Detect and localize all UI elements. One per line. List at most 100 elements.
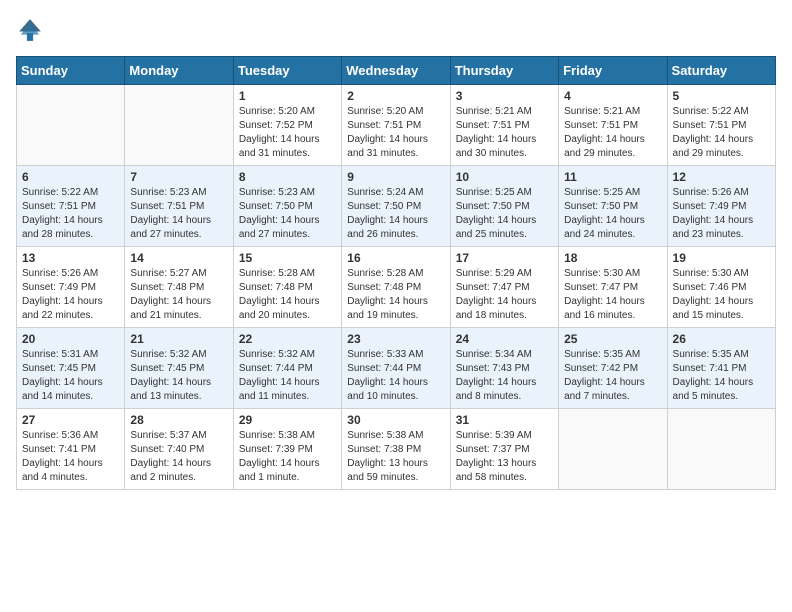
calendar-week-row: 1 Sunrise: 5:20 AM Sunset: 7:52 PM Daylig…	[17, 85, 776, 166]
calendar-cell: 7 Sunrise: 5:23 AM Sunset: 7:51 PM Daylig…	[125, 166, 233, 247]
col-header-thursday: Thursday	[450, 57, 558, 85]
calendar-week-row: 13Sunrise: 5:26 AM Sunset: 7:49 PM Dayli…	[17, 247, 776, 328]
day-number: 23	[347, 332, 444, 346]
calendar-cell	[559, 409, 667, 490]
day-detail: Sunrise: 5:29 AM Sunset: 7:47 PM Dayligh…	[456, 267, 553, 323]
col-header-wednesday: Wednesday	[342, 57, 450, 85]
calendar-cell: 13Sunrise: 5:26 AM Sunset: 7:49 PM Dayli…	[17, 247, 125, 328]
day-detail: Sunrise: 5:32 AM Sunset: 7:45 PM Dayligh…	[130, 348, 227, 404]
day-detail: Sunrise: 5:23 AM Sunset: 7:50 PM Dayligh…	[239, 186, 336, 242]
day-number: 24	[456, 332, 553, 346]
calendar-cell: 15 Sunrise: 5:28 AM Sunset: 7:48 PM Dayli…	[233, 247, 341, 328]
day-detail: Sunrise: 5:20 AM Sunset: 7:51 PM Dayligh…	[347, 105, 444, 161]
calendar-cell: 31 Sunrise: 5:39 AM Sunset: 7:37 PM Dayli…	[450, 409, 558, 490]
day-detail: Sunrise: 5:28 AM Sunset: 7:48 PM Dayligh…	[239, 267, 336, 323]
logo-icon	[16, 16, 44, 44]
day-detail: Sunrise: 5:35 AM Sunset: 7:42 PM Dayligh…	[564, 348, 661, 404]
day-detail: Sunrise: 5:27 AM Sunset: 7:48 PM Dayligh…	[130, 267, 227, 323]
page-header	[16, 16, 776, 44]
day-number: 22	[239, 332, 336, 346]
calendar-cell: 3Sunrise: 5:21 AM Sunset: 7:51 PM Daylig…	[450, 85, 558, 166]
day-number: 25	[564, 332, 661, 346]
calendar-cell: 22 Sunrise: 5:32 AM Sunset: 7:44 PM Dayli…	[233, 328, 341, 409]
col-header-saturday: Saturday	[667, 57, 775, 85]
calendar-cell: 16 Sunrise: 5:28 AM Sunset: 7:48 PM Dayli…	[342, 247, 450, 328]
calendar-cell: 20 Sunrise: 5:31 AM Sunset: 7:45 PM Dayli…	[17, 328, 125, 409]
col-header-friday: Friday	[559, 57, 667, 85]
calendar-cell: 25 Sunrise: 5:35 AM Sunset: 7:42 PM Dayli…	[559, 328, 667, 409]
day-detail: Sunrise: 5:25 AM Sunset: 7:50 PM Dayligh…	[564, 186, 661, 242]
day-detail: Sunrise: 5:24 AM Sunset: 7:50 PM Dayligh…	[347, 186, 444, 242]
calendar-cell	[667, 409, 775, 490]
day-number: 27	[22, 413, 119, 427]
day-number: 10	[456, 170, 553, 184]
calendar-cell: 12 Sunrise: 5:26 AM Sunset: 7:49 PM Dayli…	[667, 166, 775, 247]
day-number: 1	[239, 89, 336, 103]
day-number: 2	[347, 89, 444, 103]
calendar-cell: 1 Sunrise: 5:20 AM Sunset: 7:52 PM Daylig…	[233, 85, 341, 166]
day-detail: Sunrise: 5:26 AM Sunset: 7:49 PM Dayligh…	[673, 186, 770, 242]
calendar-cell: 5Sunrise: 5:22 AM Sunset: 7:51 PM Daylig…	[667, 85, 775, 166]
col-header-tuesday: Tuesday	[233, 57, 341, 85]
calendar-cell: 6 Sunrise: 5:22 AM Sunset: 7:51 PM Daylig…	[17, 166, 125, 247]
calendar-week-row: 6 Sunrise: 5:22 AM Sunset: 7:51 PM Daylig…	[17, 166, 776, 247]
calendar-cell	[125, 85, 233, 166]
day-number: 21	[130, 332, 227, 346]
calendar-cell: 30 Sunrise: 5:38 AM Sunset: 7:38 PM Dayli…	[342, 409, 450, 490]
day-detail: Sunrise: 5:30 AM Sunset: 7:47 PM Dayligh…	[564, 267, 661, 323]
day-number: 18	[564, 251, 661, 265]
calendar-cell: 26 Sunrise: 5:35 AM Sunset: 7:41 PM Dayli…	[667, 328, 775, 409]
day-number: 19	[673, 251, 770, 265]
calendar-cell: 28 Sunrise: 5:37 AM Sunset: 7:40 PM Dayli…	[125, 409, 233, 490]
day-detail: Sunrise: 5:22 AM Sunset: 7:51 PM Dayligh…	[22, 186, 119, 242]
day-detail: Sunrise: 5:21 AM Sunset: 7:51 PM Dayligh…	[564, 105, 661, 161]
calendar-cell: 17 Sunrise: 5:29 AM Sunset: 7:47 PM Dayli…	[450, 247, 558, 328]
day-detail: Sunrise: 5:37 AM Sunset: 7:40 PM Dayligh…	[130, 429, 227, 485]
day-number: 20	[22, 332, 119, 346]
day-detail: Sunrise: 5:30 AM Sunset: 7:46 PM Dayligh…	[673, 267, 770, 323]
calendar-cell: 27 Sunrise: 5:36 AM Sunset: 7:41 PM Dayli…	[17, 409, 125, 490]
day-number: 15	[239, 251, 336, 265]
day-detail: Sunrise: 5:36 AM Sunset: 7:41 PM Dayligh…	[22, 429, 119, 485]
day-number: 8	[239, 170, 336, 184]
col-header-monday: Monday	[125, 57, 233, 85]
day-number: 17	[456, 251, 553, 265]
day-detail: Sunrise: 5:31 AM Sunset: 7:45 PM Dayligh…	[22, 348, 119, 404]
day-number: 6	[22, 170, 119, 184]
day-detail: Sunrise: 5:32 AM Sunset: 7:44 PM Dayligh…	[239, 348, 336, 404]
calendar-cell: 14 Sunrise: 5:27 AM Sunset: 7:48 PM Dayli…	[125, 247, 233, 328]
day-number: 12	[673, 170, 770, 184]
day-number: 31	[456, 413, 553, 427]
calendar-cell: 18 Sunrise: 5:30 AM Sunset: 7:47 PM Dayli…	[559, 247, 667, 328]
day-detail: Sunrise: 5:20 AM Sunset: 7:52 PM Dayligh…	[239, 105, 336, 161]
day-number: 30	[347, 413, 444, 427]
day-number: 26	[673, 332, 770, 346]
day-detail: Sunrise: 5:35 AM Sunset: 7:41 PM Dayligh…	[673, 348, 770, 404]
day-detail: Sunrise: 5:25 AM Sunset: 7:50 PM Dayligh…	[456, 186, 553, 242]
day-detail: Sunrise: 5:22 AM Sunset: 7:51 PM Dayligh…	[673, 105, 770, 161]
calendar-cell: 29 Sunrise: 5:38 AM Sunset: 7:39 PM Dayli…	[233, 409, 341, 490]
calendar-cell	[17, 85, 125, 166]
day-number: 14	[130, 251, 227, 265]
day-number: 3	[456, 89, 553, 103]
day-detail: Sunrise: 5:39 AM Sunset: 7:37 PM Dayligh…	[456, 429, 553, 485]
col-header-sunday: Sunday	[17, 57, 125, 85]
day-detail: Sunrise: 5:38 AM Sunset: 7:38 PM Dayligh…	[347, 429, 444, 485]
day-number: 16	[347, 251, 444, 265]
day-detail: Sunrise: 5:23 AM Sunset: 7:51 PM Dayligh…	[130, 186, 227, 242]
day-number: 28	[130, 413, 227, 427]
day-number: 9	[347, 170, 444, 184]
logo	[16, 16, 48, 44]
day-detail: Sunrise: 5:28 AM Sunset: 7:48 PM Dayligh…	[347, 267, 444, 323]
calendar-header-row: SundayMondayTuesdayWednesdayThursdayFrid…	[17, 57, 776, 85]
day-detail: Sunrise: 5:38 AM Sunset: 7:39 PM Dayligh…	[239, 429, 336, 485]
calendar-cell: 4Sunrise: 5:21 AM Sunset: 7:51 PM Daylig…	[559, 85, 667, 166]
calendar-cell: 9 Sunrise: 5:24 AM Sunset: 7:50 PM Daylig…	[342, 166, 450, 247]
calendar-cell: 21 Sunrise: 5:32 AM Sunset: 7:45 PM Dayli…	[125, 328, 233, 409]
day-number: 7	[130, 170, 227, 184]
calendar-cell: 23Sunrise: 5:33 AM Sunset: 7:44 PM Dayli…	[342, 328, 450, 409]
day-number: 29	[239, 413, 336, 427]
day-number: 13	[22, 251, 119, 265]
day-number: 11	[564, 170, 661, 184]
calendar-cell: 8 Sunrise: 5:23 AM Sunset: 7:50 PM Daylig…	[233, 166, 341, 247]
